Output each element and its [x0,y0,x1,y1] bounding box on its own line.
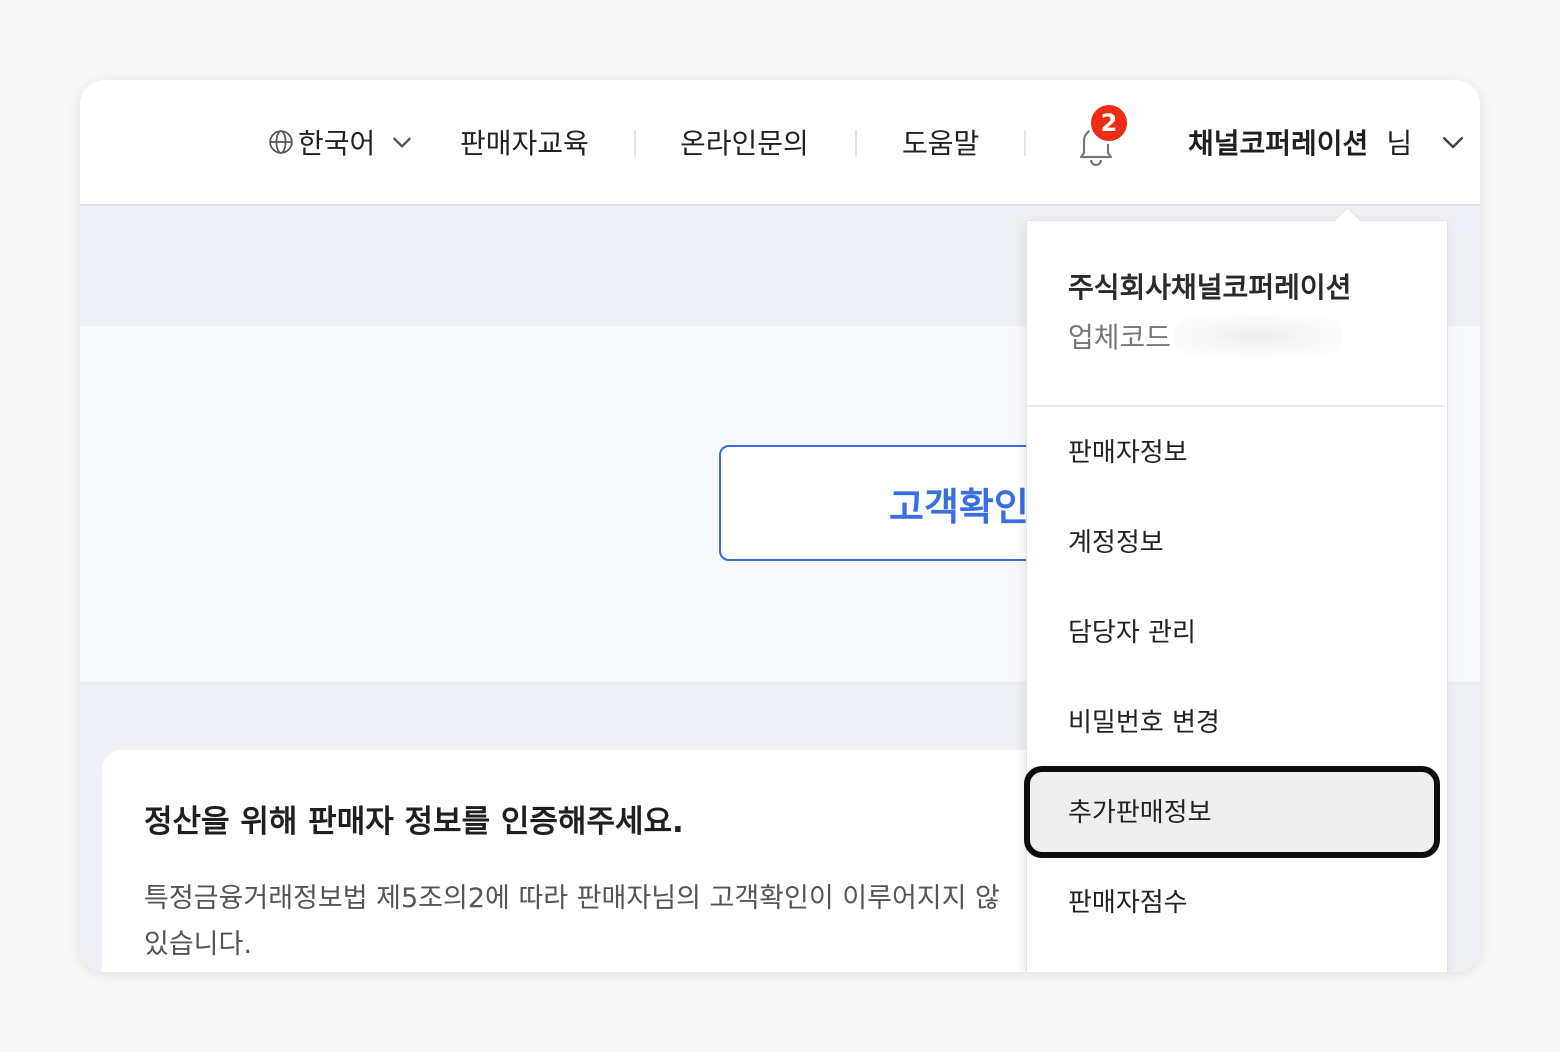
nav-divider [1024,130,1026,156]
language-selector[interactable]: 한국어 [268,80,415,204]
company-code-label: 업체코드 [1068,321,1172,354]
chevron-down-icon [1443,137,1464,149]
chevron-down-icon [393,137,412,148]
notice-text-line: 있습니다. [144,929,252,960]
redacted-code [1173,316,1344,356]
menu-item-seller-info[interactable]: 판매자정보 [1068,432,1188,469]
nav-link-help[interactable]: 도움말 [902,80,979,204]
menu-item-additional-sales-info[interactable]: 추가판매정보 [1068,792,1212,829]
nav-link-seller-education[interactable]: 판매자교육 [460,80,589,204]
nav-link-online-inquiry[interactable]: 온라인문의 [680,80,809,204]
menu-item-manager-management[interactable]: 담당자 관리 [1068,612,1196,649]
user-suffix: 님 [1386,127,1413,160]
user-name: 채널코퍼레이션 [1188,127,1369,160]
user-menu-toggle[interactable]: 채널코퍼레이션 님 [1188,80,1468,204]
nav-divider [855,130,857,156]
menu-item-change-password[interactable]: 비밀번호 변경 [1068,702,1220,739]
notice-text: 특정금융거래정보법 제5조의2에 따라 판매자님의 고객확인이 이루어지지 않 … [144,876,1024,968]
nav-divider [634,130,636,156]
app-window: 한국어 판매자교육 온라인문의 도움말 2 채널코퍼레이션 님 고객확인 정산을… [80,80,1480,972]
language-label: 한국어 [298,127,376,160]
company-code: 업체코드 [1068,316,1344,356]
notification-badge: 2 [1088,102,1130,144]
dropdown-divider [1027,405,1445,407]
top-navigation-bar: 한국어 판매자교육 온라인문의 도움말 2 채널코퍼레이션 님 [80,80,1480,206]
company-name: 주식회사채널코퍼레이션 [1068,271,1352,304]
menu-item-seller-score[interactable]: 판매자점수 [1068,882,1188,919]
globe-icon [269,130,293,154]
notice-title: 정산을 위해 판매자 정보를 인증해주세요. [144,804,684,840]
menu-item-account-info[interactable]: 계정정보 [1068,522,1164,559]
notice-text-line: 특정금융거래정보법 제5조의2에 따라 판매자님의 고객확인이 이루어지지 않 [144,883,1000,914]
